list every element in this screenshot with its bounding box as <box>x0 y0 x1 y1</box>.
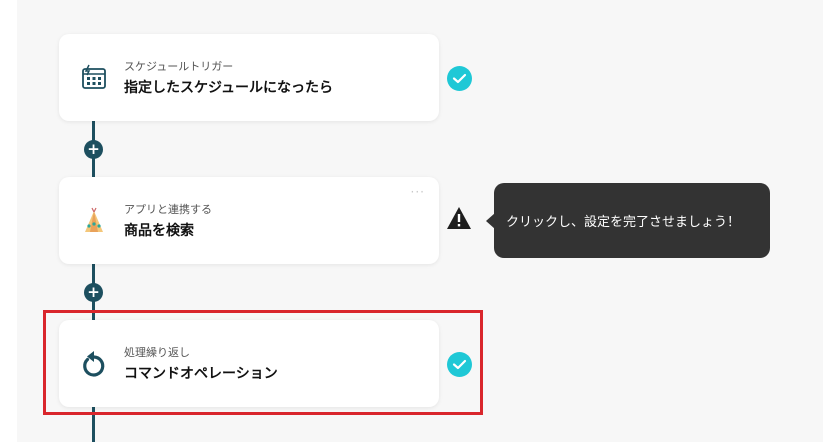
step-card-schedule-trigger[interactable]: スケジュールトリガー 指定したスケジュールになったら <box>59 34 439 121</box>
check-icon <box>447 66 472 91</box>
add-step-button[interactable]: + <box>84 140 103 159</box>
step-card-search-product[interactable]: アプリと連携する 商品を検索 ··· <box>59 177 439 264</box>
add-step-button[interactable]: + <box>84 283 103 302</box>
tooltip-text: クリックし、設定を完了させましょう！ <box>506 215 741 230</box>
step-type-label: アプリと連携する <box>124 203 212 216</box>
step-type-label: スケジュールトリガー <box>124 60 234 73</box>
more-options-button[interactable]: ··· <box>411 185 425 199</box>
schedule-trigger-icon <box>79 63 109 93</box>
warning-icon <box>446 206 472 230</box>
step-title: 商品を検索 <box>124 223 194 239</box>
step-title: 指定したスケジュールになったら <box>124 80 334 96</box>
highlight-box <box>43 310 483 415</box>
tent-app-icon <box>79 206 109 236</box>
setup-tooltip: クリックし、設定を完了させましょう！ <box>494 183 770 258</box>
